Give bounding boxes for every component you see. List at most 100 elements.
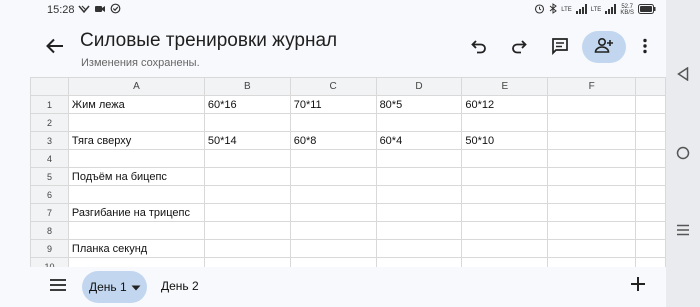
add-sheet-button[interactable] (623, 271, 653, 301)
sheet-cell-overflow[interactable] (635, 95, 666, 114)
sheet-cell[interactable] (67, 149, 205, 168)
sheet-cell[interactable] (547, 203, 636, 222)
nav-recents-button[interactable] (666, 223, 700, 241)
sheet-cell[interactable]: 60*12 (461, 95, 549, 114)
comment-button[interactable] (548, 36, 572, 60)
column-header[interactable]: D (375, 77, 463, 96)
undo-button[interactable] (467, 36, 491, 60)
sheet-cell[interactable] (67, 221, 205, 240)
sheet-cell[interactable] (461, 167, 549, 186)
sheet-cell[interactable] (375, 185, 463, 204)
sheet-cell[interactable] (203, 149, 291, 168)
sheet-cell[interactable] (375, 149, 463, 168)
sheet-cell[interactable] (203, 185, 291, 204)
sheet-cell[interactable]: 50*14 (203, 131, 291, 150)
sheet-cell[interactable] (289, 113, 377, 132)
sheet-cell[interactable] (547, 257, 636, 267)
sheet-cell[interactable]: 80*5 (375, 95, 463, 114)
sheet-cell[interactable] (203, 239, 291, 258)
sheet-cell[interactable] (461, 221, 549, 240)
more-options-button[interactable] (633, 36, 657, 60)
sheet-cell[interactable] (547, 95, 636, 114)
sheet-cell[interactable]: 70*11 (289, 95, 377, 114)
sheet-cell[interactable] (289, 149, 377, 168)
sheet-cell[interactable] (461, 239, 549, 258)
sheet-cell-overflow[interactable] (635, 239, 666, 258)
sheet-cell[interactable]: 60*4 (375, 131, 463, 150)
sheet-cell[interactable]: Разгибание на трицепс (67, 203, 205, 222)
sheet-cell-overflow[interactable] (635, 131, 666, 150)
row-header[interactable]: 3 (30, 131, 69, 150)
back-button[interactable] (42, 36, 68, 60)
sheet-cell-overflow[interactable] (635, 185, 666, 204)
sheet-cell-overflow[interactable] (635, 257, 666, 267)
sheet-cell[interactable] (203, 113, 291, 132)
sheet-cell[interactable] (67, 113, 205, 132)
sheet-cell[interactable]: 60*8 (289, 131, 377, 150)
all-sheets-button[interactable] (48, 278, 68, 296)
sheet-cell[interactable] (461, 185, 549, 204)
sheet-cell[interactable] (547, 185, 636, 204)
row-header[interactable]: 5 (30, 167, 69, 186)
sheet-cell[interactable] (461, 149, 549, 168)
row-header[interactable]: 2 (30, 113, 69, 132)
sheet-cell[interactable] (547, 239, 636, 258)
sheet-cell[interactable] (375, 203, 463, 222)
sheet-cell[interactable] (289, 167, 377, 186)
sheet-cell-overflow[interactable] (635, 149, 666, 168)
nav-home-button[interactable] (666, 146, 700, 165)
column-header[interactable]: A (67, 77, 205, 96)
nav-back-button[interactable] (666, 66, 700, 86)
row-header[interactable]: 6 (30, 185, 69, 204)
sheet-cell[interactable] (289, 239, 377, 258)
sheet-cell-overflow[interactable] (635, 167, 666, 186)
column-header-overflow[interactable] (635, 77, 666, 96)
sheet-cell[interactable] (461, 113, 549, 132)
sheet-cell[interactable]: 50*10 (461, 131, 549, 150)
sheet-cell[interactable] (67, 257, 205, 267)
column-header[interactable]: F (547, 77, 636, 96)
share-button[interactable] (582, 31, 626, 63)
sheet-cell-overflow[interactable] (635, 203, 666, 222)
row-header[interactable]: 10 (30, 257, 69, 267)
sheet-cell[interactable] (547, 131, 636, 150)
sheet-cell[interactable] (547, 113, 636, 132)
spreadsheet-grid[interactable]: A B C D E F 1 Жим лежа 60*16 70*11 80*5 60*12… (30, 77, 666, 267)
sheet-cell[interactable]: Подъём на бицепс (67, 167, 205, 186)
row-header[interactable]: 4 (30, 149, 69, 168)
row-header[interactable]: 9 (30, 239, 69, 258)
sheet-cell[interactable] (289, 257, 377, 267)
select-all-corner[interactable] (30, 77, 69, 96)
row-header[interactable]: 1 (30, 95, 69, 114)
column-header[interactable]: B (203, 77, 291, 96)
row-header[interactable]: 7 (30, 203, 69, 222)
sheet-cell[interactable]: 60*16 (203, 95, 291, 114)
sheet-cell[interactable]: Планка секунд (67, 239, 205, 258)
sheet-cell[interactable] (67, 185, 205, 204)
sheet-cell[interactable] (461, 257, 549, 267)
sheet-cell[interactable] (289, 185, 377, 204)
sheet-cell[interactable] (547, 149, 636, 168)
row-header[interactable]: 8 (30, 221, 69, 240)
sheet-cell[interactable]: Жим лежа (67, 95, 205, 114)
redo-button[interactable] (507, 36, 531, 60)
sheet-cell[interactable] (375, 257, 463, 267)
sheet-tab-active[interactable]: День 1 (82, 271, 147, 303)
sheet-cell[interactable] (375, 113, 463, 132)
sheet-cell[interactable] (375, 167, 463, 186)
sheet-cell[interactable] (547, 167, 636, 186)
sheet-cell[interactable] (203, 257, 291, 267)
sheet-cell[interactable] (289, 221, 377, 240)
sheet-cell[interactable] (461, 203, 549, 222)
sheet-cell[interactable] (203, 167, 291, 186)
column-header[interactable]: E (461, 77, 549, 96)
sheet-cell[interactable] (375, 239, 463, 258)
document-title[interactable]: Силовые тренировки журнал (80, 30, 337, 52)
sheet-cell[interactable] (203, 221, 291, 240)
sheet-cell[interactable] (547, 221, 636, 240)
column-header[interactable]: C (289, 77, 377, 96)
sheet-cell-overflow[interactable] (635, 221, 666, 240)
sheet-tab[interactable]: День 2 (161, 279, 199, 293)
sheet-cell[interactable] (375, 221, 463, 240)
sheet-cell[interactable] (289, 203, 377, 222)
